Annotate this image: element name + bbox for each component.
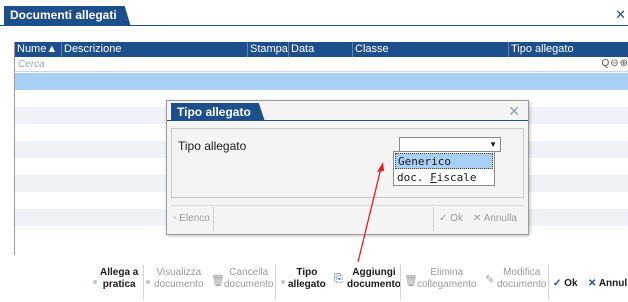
close-icon: ✕ xyxy=(588,278,597,289)
visualizza-bullet-icon xyxy=(146,280,150,284)
attach-document-icon: ⎘ xyxy=(334,273,343,285)
ok-toolbar-button[interactable]: ✓ Ok xyxy=(553,278,578,290)
annotation-arrow-line xyxy=(357,167,382,263)
tipo-bullet-icon xyxy=(281,280,285,284)
bottom-toolbar: Allega a pratica Visualizza documento 🗑 … xyxy=(0,261,628,302)
annotation-arrowhead xyxy=(377,162,384,172)
toolbar-separator xyxy=(143,265,144,299)
visualizza-documento-button[interactable]: Visualizza documento xyxy=(154,267,203,291)
annotation-arrow xyxy=(357,162,384,263)
toolbar-separator xyxy=(548,265,549,299)
trash-icon: 🗑 xyxy=(404,275,418,287)
aggiungi-documento-button[interactable]: Aggiungi documento xyxy=(347,267,401,291)
cancella-documento-button[interactable]: Cancella documento xyxy=(224,267,273,291)
tipo-allegato-button[interactable]: Tipo allegato xyxy=(288,267,326,291)
modifica-documento-button[interactable]: Modifica documento xyxy=(497,267,546,291)
toolbar-separator xyxy=(400,265,401,299)
elimina-collegamento-button[interactable]: Elimina collegamento xyxy=(417,267,476,291)
pencil-icon: ✎ xyxy=(485,274,495,286)
allega-bullet-icon xyxy=(93,280,97,284)
annulla-toolbar-button[interactable]: ✕ Annul xyxy=(588,278,627,290)
allega-a-pratica-button[interactable]: Allega a pratica xyxy=(100,267,138,291)
toolbar-separator xyxy=(275,265,276,299)
check-icon: ✓ xyxy=(553,278,562,289)
trash-icon: 🗑 xyxy=(211,275,225,287)
